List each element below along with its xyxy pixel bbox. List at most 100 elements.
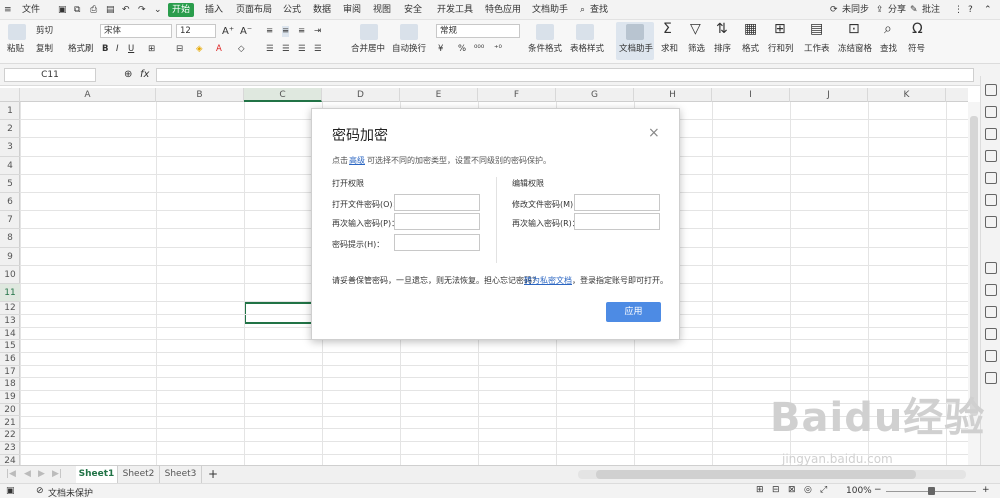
row-header-cell[interactable]: 20 bbox=[0, 404, 20, 417]
justify-icon[interactable]: ☰ bbox=[314, 44, 322, 55]
more-icon[interactable]: ⋮ bbox=[954, 3, 963, 17]
format-icon[interactable]: ▦ bbox=[744, 22, 757, 36]
row-header-cell[interactable]: 23 bbox=[0, 442, 20, 455]
name-box[interactable]: C11 bbox=[4, 68, 96, 82]
worksheet-icon[interactable]: ▤ bbox=[810, 22, 823, 36]
menu-file[interactable]: 文件 bbox=[22, 3, 40, 17]
thousands-icon[interactable]: ⁰⁰⁰ bbox=[474, 44, 484, 55]
edit-password-input[interactable] bbox=[574, 194, 660, 211]
undo-icon[interactable]: ↶ bbox=[122, 3, 130, 17]
format-painter-button[interactable]: 格式刷 bbox=[68, 44, 94, 55]
apply-button[interactable]: 应用 bbox=[606, 302, 661, 322]
menu-icon[interactable]: ≡ bbox=[4, 3, 12, 17]
font-name-select[interactable]: 宋体 bbox=[100, 24, 172, 38]
share-icon[interactable] bbox=[985, 284, 997, 296]
font-shrink-button[interactable]: A⁻ bbox=[240, 26, 252, 37]
advanced-link[interactable]: 高级 bbox=[349, 155, 365, 166]
column-header-cell[interactable]: J bbox=[790, 88, 868, 102]
print-icon[interactable]: ⎙ bbox=[90, 3, 97, 17]
table-style-button[interactable]: 表格样式 bbox=[570, 44, 604, 55]
chart-icon[interactable] bbox=[985, 350, 997, 362]
tool-icon[interactable] bbox=[985, 216, 997, 228]
row-header-cell[interactable]: 1 bbox=[0, 102, 20, 121]
break-view-icon[interactable]: ⊠ bbox=[788, 485, 796, 495]
indent-icon[interactable]: ⇥ bbox=[314, 26, 321, 37]
symbol-button[interactable]: 符号 bbox=[908, 44, 925, 55]
redo-icon[interactable]: ↷ bbox=[138, 3, 146, 17]
column-header-cell[interactable]: H bbox=[634, 88, 712, 102]
close-icon[interactable]: × bbox=[648, 125, 660, 141]
column-header-cell[interactable]: K bbox=[868, 88, 946, 102]
row-header-cell[interactable]: 19 bbox=[0, 391, 20, 404]
row-header-cell[interactable]: 5 bbox=[0, 175, 20, 193]
tab-insert[interactable]: 插入 bbox=[205, 3, 223, 17]
collapse-icon[interactable]: ⌃ bbox=[984, 3, 992, 17]
cloud-icon[interactable] bbox=[985, 372, 997, 384]
tab-data[interactable]: 数据 bbox=[313, 3, 331, 17]
first-sheet-icon[interactable]: |◀ bbox=[6, 469, 16, 479]
zoom-level[interactable]: 100% bbox=[846, 486, 872, 496]
filter-icon[interactable]: ▽ bbox=[690, 22, 701, 36]
export-icon[interactable]: ⧉ bbox=[74, 3, 80, 17]
fullscreen-icon[interactable]: ⤢ bbox=[820, 485, 827, 495]
open-password-input[interactable] bbox=[394, 194, 480, 211]
format-button[interactable]: 格式 bbox=[742, 44, 759, 55]
row-header-cell[interactable]: 10 bbox=[0, 266, 20, 284]
tab-special[interactable]: 特色应用 bbox=[485, 3, 521, 17]
tab-developer[interactable]: 开发工具 bbox=[437, 3, 473, 17]
wrap-text-icon[interactable] bbox=[400, 24, 418, 40]
select-all-corner[interactable] bbox=[0, 88, 20, 102]
filter-button[interactable]: 筛选 bbox=[688, 44, 705, 55]
row-header-cell[interactable]: 4 bbox=[0, 157, 20, 175]
paste-button[interactable]: 粘贴 bbox=[7, 44, 24, 55]
backup-icon[interactable] bbox=[985, 194, 997, 206]
page-view-icon[interactable]: ⊟ bbox=[772, 485, 780, 495]
next-sheet-icon[interactable]: ▶ bbox=[38, 469, 45, 479]
search-button[interactable]: 查找 bbox=[590, 3, 608, 17]
tab-review[interactable]: 审阅 bbox=[343, 3, 361, 17]
share-button[interactable]: 分享 bbox=[888, 3, 906, 17]
open-confirm-input[interactable] bbox=[394, 213, 480, 230]
column-header-cell[interactable]: A bbox=[20, 88, 156, 102]
hscroll-thumb[interactable] bbox=[596, 470, 916, 479]
save-icon[interactable]: ▣ bbox=[58, 3, 67, 17]
edit-confirm-input[interactable] bbox=[574, 213, 660, 230]
clear-icon[interactable]: ◇ bbox=[238, 44, 245, 55]
merge-center-icon[interactable] bbox=[360, 24, 378, 40]
tab-formula[interactable]: 公式 bbox=[283, 3, 301, 17]
row-header-cell[interactable]: 2 bbox=[0, 120, 20, 139]
copy-button[interactable]: 复制 bbox=[36, 44, 53, 55]
row-header-cell[interactable]: 14 bbox=[0, 328, 20, 341]
column-header-cell[interactable]: B bbox=[156, 88, 244, 102]
style-icon[interactable] bbox=[985, 128, 997, 140]
find-button[interactable]: 查找 bbox=[880, 44, 897, 55]
sum-icon[interactable]: Σ bbox=[663, 22, 672, 36]
tab-security[interactable]: 安全 bbox=[404, 3, 422, 17]
paste-icon[interactable] bbox=[8, 24, 26, 40]
sheet-tab-sheet3[interactable]: Sheet3 bbox=[160, 466, 202, 483]
align-left-icon[interactable]: ☰ bbox=[266, 44, 274, 55]
row-header-cell[interactable]: 17 bbox=[0, 366, 20, 379]
zoom-icon[interactable]: ⊕ bbox=[124, 69, 132, 80]
underline-icon[interactable]: U bbox=[128, 44, 134, 55]
list-icon[interactable] bbox=[985, 306, 997, 318]
tab-start[interactable]: 开始 bbox=[168, 3, 194, 17]
comment-button[interactable]: 批注 bbox=[922, 3, 940, 17]
number-format-select[interactable]: 常规 bbox=[436, 24, 520, 38]
row-col-button[interactable]: 行和列 bbox=[768, 44, 794, 55]
row-header-cell[interactable]: 12 bbox=[0, 302, 20, 315]
tab-doc-helper[interactable]: 文档助手 bbox=[532, 3, 568, 17]
align-top-icon[interactable]: ≡ bbox=[266, 26, 273, 37]
private-doc-link[interactable]: 转为私密文档 bbox=[524, 275, 572, 286]
zoom-out-icon[interactable]: − bbox=[874, 485, 882, 495]
merge-center-button[interactable]: 合并居中 bbox=[351, 44, 385, 55]
table-icon[interactable] bbox=[985, 172, 997, 184]
align-right-icon[interactable]: ☰ bbox=[298, 44, 306, 55]
row-header-cell[interactable]: 8 bbox=[0, 229, 20, 248]
sort-icon[interactable]: ⇅ bbox=[716, 22, 728, 36]
preview-icon[interactable]: ▤ bbox=[106, 3, 115, 17]
border-icon[interactable]: ⊞ bbox=[148, 44, 155, 55]
cut-button[interactable]: 剪切 bbox=[36, 26, 53, 37]
shape-icon[interactable] bbox=[985, 106, 997, 118]
bold-icon[interactable]: B bbox=[102, 44, 108, 55]
